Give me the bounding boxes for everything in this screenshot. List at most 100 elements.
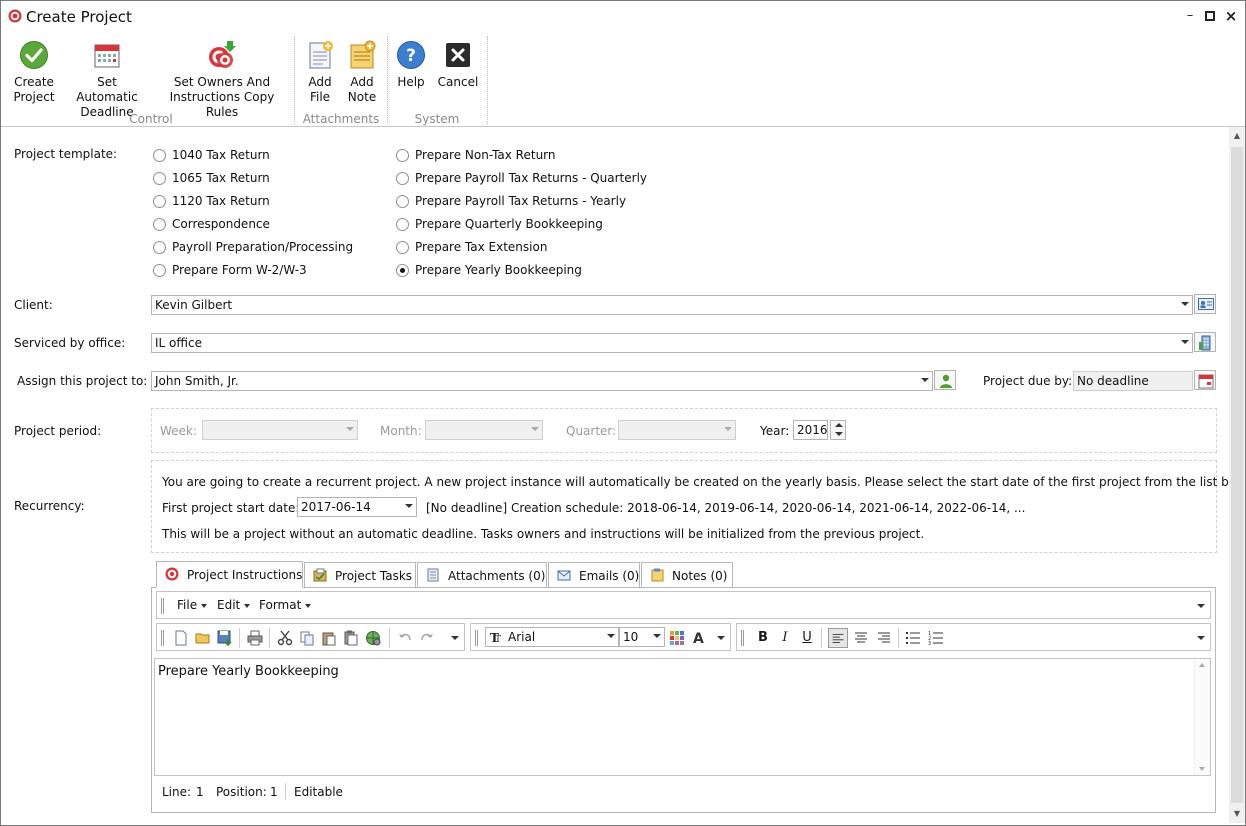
form-content: Project template: 1040 Tax Return 1065 T… (1, 127, 1245, 823)
italic-icon[interactable]: I (777, 630, 793, 646)
year-input[interactable]: 2016 (793, 420, 828, 440)
year-label: Year: (760, 424, 790, 438)
main-scrollbar[interactable]: ▲ ▼ (1229, 127, 1245, 823)
svg-text:A: A (693, 631, 704, 646)
week-combo[interactable] (202, 420, 358, 440)
editor-format-toolbar: B I U 123 (736, 623, 1211, 651)
font-size-combo[interactable]: 10 (619, 627, 665, 647)
add-file-icon (309, 41, 333, 69)
spin-up-icon (835, 423, 843, 427)
underline-icon[interactable]: U (799, 630, 815, 646)
office-label: Serviced by office: (14, 336, 126, 350)
year-spinner[interactable] (830, 420, 846, 440)
create-project-window: Create Project – × Create Project Set Aut… (0, 0, 1246, 826)
position-label: Position: (216, 785, 267, 799)
client-label: Client: (14, 298, 53, 312)
scroll-up-icon[interactable]: ▲ (1232, 131, 1242, 141)
undo-icon[interactable] (397, 630, 413, 646)
redo-icon[interactable] (419, 630, 435, 646)
client-combo[interactable]: Kevin Gilbert (151, 295, 1193, 315)
period-label: Project period: (14, 424, 102, 438)
numbered-list-icon[interactable]: 123 (928, 630, 944, 646)
align-right-icon[interactable] (876, 630, 892, 646)
toolbar-overflow-icon[interactable] (451, 636, 459, 640)
month-combo[interactable] (425, 420, 543, 440)
editor-text[interactable]: Prepare Yearly Bookkeeping (158, 664, 339, 679)
web-icon[interactable] (365, 630, 381, 646)
due-label: Project due by: (983, 374, 1073, 388)
tab-emails[interactable]: Emails (0) (548, 562, 640, 588)
due-date-calendar-button[interactable] (1194, 370, 1216, 390)
copy-icon[interactable] (299, 630, 315, 646)
create-project-button[interactable]: Create Project (11, 36, 57, 105)
align-left-icon[interactable] (828, 628, 848, 648)
paste-special-icon[interactable] (343, 630, 359, 646)
editor-file-toolbar (156, 623, 465, 651)
notes-icon (651, 568, 664, 582)
menu-edit[interactable]: Edit (217, 598, 251, 612)
chevron-down-icon (1181, 302, 1189, 306)
toolbar-overflow-icon[interactable] (717, 636, 725, 640)
title-bar: Create Project – × (1, 1, 1245, 32)
cancel-button[interactable]: Cancel (437, 36, 479, 90)
add-note-button[interactable]: Add Note (343, 36, 381, 105)
first-start-date-combo[interactable]: 2017-06-14 (297, 497, 417, 517)
contact-card-icon (1198, 298, 1214, 310)
assign-combo[interactable]: John Smith, Jr. (151, 371, 933, 391)
toolbar-grip[interactable] (161, 630, 164, 646)
tab-project-instructions[interactable]: Project Instructions (156, 561, 303, 588)
scroll-thumb[interactable] (1231, 147, 1243, 803)
paste-icon[interactable] (321, 630, 337, 646)
assign-user-button[interactable] (934, 370, 956, 390)
close-window-icon[interactable]: × (1222, 7, 1240, 25)
menu-file[interactable]: File (177, 598, 208, 612)
maximize-icon[interactable] (1201, 7, 1219, 25)
add-file-button[interactable]: Add File (303, 36, 337, 105)
new-document-icon[interactable] (173, 630, 189, 646)
minimize-icon[interactable]: – (1181, 7, 1199, 25)
font-color-icon[interactable]: A (691, 630, 707, 646)
toolbar-grip[interactable] (475, 630, 478, 646)
editor-scrollbar[interactable] (1194, 659, 1210, 775)
building-icon (1199, 335, 1211, 351)
cut-icon[interactable] (277, 630, 293, 646)
close-icon (446, 43, 470, 67)
window-title: Create Project (26, 8, 132, 26)
instructions-editor[interactable]: Prepare Yearly Bookkeeping (154, 658, 1211, 776)
set-automatic-deadline-button[interactable]: Set Automatic Deadline (65, 36, 149, 120)
font-icon: TT (490, 631, 501, 643)
toolbar-grip[interactable] (741, 630, 744, 646)
font-family-combo[interactable]: TT Arial (485, 627, 619, 647)
client-card-button[interactable] (1194, 294, 1216, 314)
menu-format[interactable]: Format (259, 598, 312, 612)
toolbar-overflow-icon[interactable] (1197, 636, 1205, 640)
bullet-list-icon[interactable] (905, 630, 921, 646)
color-grid-icon[interactable] (669, 630, 685, 646)
align-center-icon[interactable] (853, 630, 869, 646)
due-date-field[interactable]: No deadline (1073, 371, 1193, 391)
chevron-down-icon (531, 427, 539, 431)
tab-project-tasks[interactable]: Project Tasks (304, 562, 416, 588)
bold-icon[interactable]: B (755, 630, 771, 646)
office-details-button[interactable] (1194, 332, 1216, 352)
save-icon[interactable] (217, 630, 233, 646)
quarter-combo[interactable] (618, 420, 736, 440)
tab-notes[interactable]: Notes (0) (641, 562, 733, 588)
group-label-control: Control (129, 112, 173, 126)
scroll-down-icon[interactable]: ▼ (1232, 809, 1242, 819)
toolbar-grip[interactable] (161, 598, 164, 614)
toolbar-overflow-icon[interactable] (1197, 604, 1205, 608)
svg-text:?: ? (406, 46, 416, 66)
quarter-label: Quarter: (566, 424, 617, 438)
tab-attachments[interactable]: Attachments (0) (417, 562, 547, 588)
open-folder-icon[interactable] (195, 630, 211, 646)
calendar-icon (1198, 374, 1214, 389)
recurrency-label: Recurrency: (14, 499, 85, 513)
recurrency-description: You are going to create a recurrent proj… (162, 475, 1246, 489)
print-icon[interactable] (247, 630, 263, 646)
help-button[interactable]: ? Help (393, 36, 429, 90)
chevron-down-icon (607, 634, 615, 638)
spin-down-icon (835, 432, 843, 436)
set-owners-copy-rules-button[interactable]: Set Owners And Instructions Copy Rules (155, 36, 289, 120)
office-combo[interactable]: IL office (151, 333, 1193, 353)
